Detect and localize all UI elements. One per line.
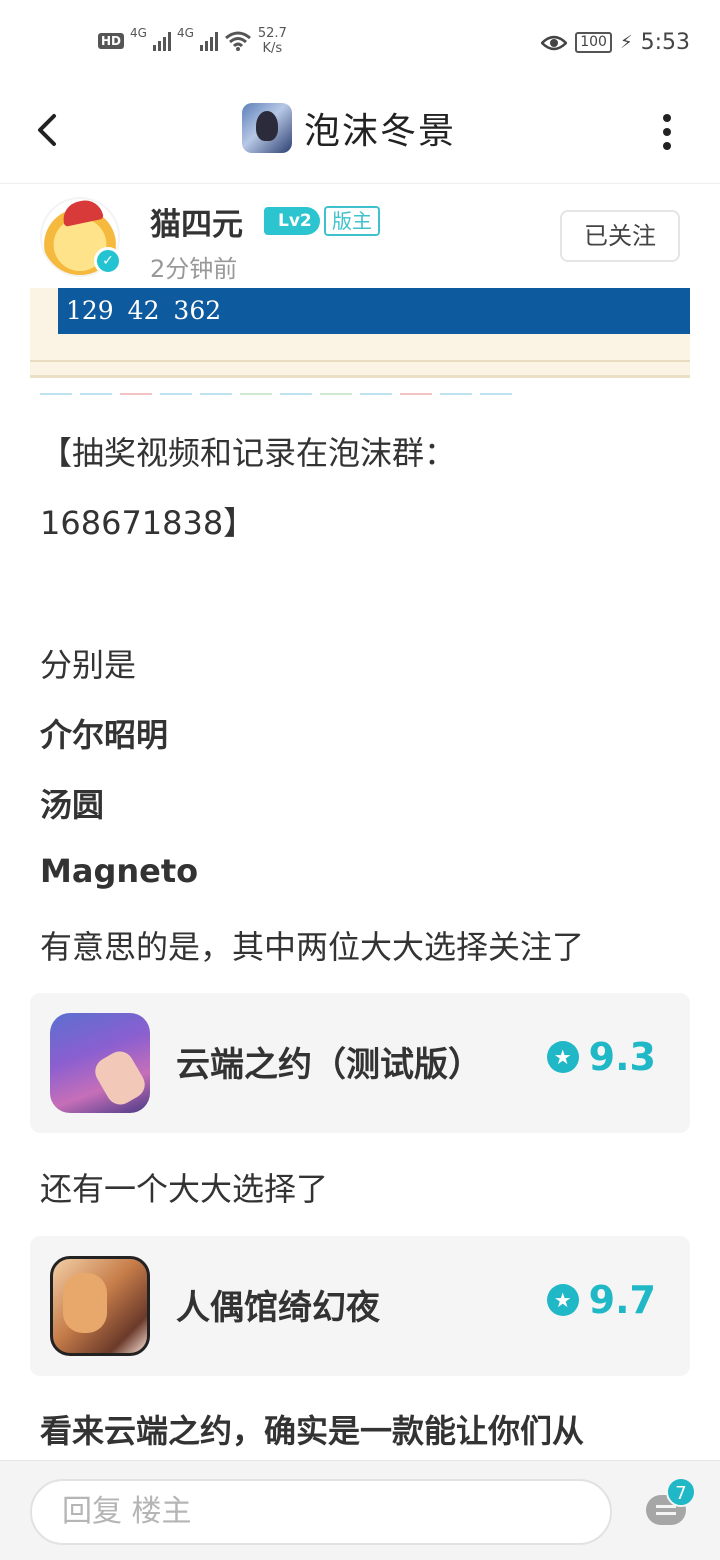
- status-bar: HD 4G 4G 52.7 K/s 100 ⚡ 5:53: [0, 0, 720, 88]
- network-speed: 52.7 K/s: [258, 26, 287, 56]
- title-group: 泡沫冬景: [242, 102, 456, 154]
- image-dashes: [40, 393, 560, 396]
- post-image[interactable]: 129 42 362: [30, 288, 690, 378]
- status-right: 100 ⚡ 5:53: [541, 30, 690, 55]
- winner-name: 汤圆: [40, 786, 105, 824]
- app-rating: ★ 9.3: [546, 1035, 656, 1079]
- bottom-bar: 回复 楼主 7: [0, 1460, 720, 1560]
- eye-icon: [541, 35, 568, 50]
- post-author-row: ✓ 猫四元 Lv2 版主 2分钟前 已关注: [0, 185, 720, 288]
- post-text-line: 分别是: [40, 646, 137, 684]
- title-bar: 泡沫冬景: [0, 88, 720, 184]
- image-divider: [30, 360, 690, 362]
- image-number-bar: 129 42 362: [58, 288, 690, 334]
- back-icon[interactable]: [30, 110, 70, 150]
- page-title: 泡沫冬景: [304, 111, 457, 152]
- post-text-line: 看来云端之约，确实是一款能让你们从: [40, 1412, 585, 1450]
- author-name[interactable]: 猫四元: [150, 199, 243, 244]
- star-icon: ★: [546, 1284, 579, 1316]
- winner-name: 介尔昭明: [40, 716, 169, 754]
- battery-icon: 100: [575, 32, 612, 53]
- app-icon: [50, 1013, 150, 1113]
- signal-icon-2: [199, 31, 218, 51]
- follow-button[interactable]: 已关注: [560, 210, 680, 262]
- speed-unit: K/s: [262, 41, 283, 56]
- network-4g-label-2: 4G: [176, 26, 194, 40]
- speed-value: 52.7: [257, 26, 287, 41]
- star-icon: ★: [546, 1041, 579, 1073]
- level-badge: Lv2: [264, 207, 320, 235]
- reply-input[interactable]: 回复 楼主: [30, 1479, 612, 1545]
- network-4g-label: 4G: [130, 26, 147, 40]
- winner-name: Magneto: [40, 852, 199, 890]
- post-text-line: 有意思的是，其中两位大大选择关注了: [40, 928, 585, 966]
- post-time: 2分钟前: [150, 255, 238, 283]
- comment-count-badge: 7: [666, 1477, 696, 1507]
- charging-icon: ⚡: [619, 32, 633, 53]
- rating-value: 9.3: [588, 1035, 656, 1079]
- clock: 5:53: [640, 30, 690, 55]
- app-name: 云端之约（测试版）: [176, 1045, 482, 1085]
- post-text-line: 【抽奖视频和记录在泡沫群：: [40, 434, 457, 472]
- signal-icon: [152, 31, 171, 51]
- comments-button[interactable]: 7: [646, 1477, 696, 1529]
- group-avatar-icon: [242, 103, 292, 153]
- hd-indicator: HD: [98, 33, 125, 49]
- verified-check-icon: ✓: [94, 247, 122, 275]
- post-text-line: 还有一个大大选择了: [40, 1170, 329, 1208]
- post-text-line: 168671838】: [40, 504, 256, 542]
- app-name: 人偶馆绮幻夜: [176, 1288, 380, 1328]
- wifi-icon: [224, 31, 251, 51]
- rating-value: 9.7: [588, 1278, 656, 1322]
- status-left: HD 4G 4G 52.7 K/s: [98, 26, 287, 56]
- app-icon: [50, 1256, 150, 1356]
- more-options-icon[interactable]: [662, 114, 672, 150]
- moderator-badge: 版主: [324, 206, 380, 236]
- app-card[interactable]: 人偶馆绮幻夜 ★ 9.7: [30, 1236, 690, 1376]
- app-rating: ★ 9.7: [546, 1278, 656, 1322]
- app-card[interactable]: 云端之约（测试版） ★ 9.3: [30, 993, 690, 1133]
